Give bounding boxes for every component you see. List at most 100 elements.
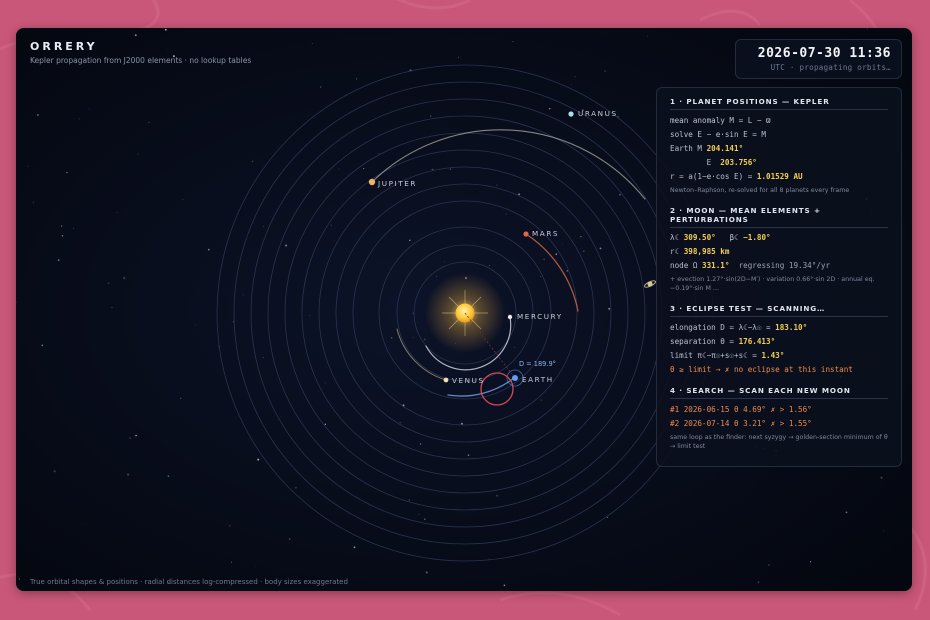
formula-mean-anomaly: mean anomaly M = L − ϖ xyxy=(670,116,771,125)
star xyxy=(262,225,264,228)
star xyxy=(412,312,414,314)
star xyxy=(548,107,551,110)
earth-r-value: 1.01529 AU xyxy=(756,172,803,181)
planet-label-uranus[interactable]: URANUS xyxy=(578,109,618,118)
star xyxy=(419,443,422,445)
star xyxy=(505,213,507,215)
star xyxy=(242,294,244,296)
planet-label-venus[interactable]: VENUS xyxy=(452,376,485,385)
star xyxy=(111,306,113,309)
star xyxy=(288,538,291,540)
limit-row: limit π☾−π☉+s☉+s☾ = 1.43° xyxy=(670,351,785,360)
section-divider xyxy=(670,398,888,399)
star xyxy=(72,227,74,229)
star xyxy=(412,337,414,338)
star xyxy=(496,494,499,497)
star xyxy=(518,193,521,196)
planet-label-jupiter[interactable]: JUPITER xyxy=(378,179,417,188)
moon-distance: r☾ 398,985 km xyxy=(670,247,730,256)
star xyxy=(443,261,445,262)
star xyxy=(84,523,86,525)
star xyxy=(27,165,29,167)
star xyxy=(137,153,139,155)
star xyxy=(180,397,182,399)
star xyxy=(409,239,411,242)
star xyxy=(514,346,515,348)
star xyxy=(330,224,332,226)
separation-row: separation θ = 176.413° xyxy=(670,337,776,346)
planet-label-mars[interactable]: MARS xyxy=(532,229,559,238)
star xyxy=(449,168,452,170)
star xyxy=(866,28,868,30)
star xyxy=(355,78,358,80)
app-title: ORRERY xyxy=(30,40,98,53)
star xyxy=(435,275,437,277)
star xyxy=(371,187,373,189)
star xyxy=(512,41,514,43)
star xyxy=(883,530,884,532)
star xyxy=(555,253,558,256)
star xyxy=(148,121,150,123)
star xyxy=(363,168,365,170)
clock-widget: 2026-07-30 11:36 UTC · propagating orbit… xyxy=(735,39,902,79)
star xyxy=(423,338,426,341)
section-heading-moon: 2 · MOON — MEAN ELEMENTS + PERTURBATIONS xyxy=(670,206,821,224)
earth-dot[interactable] xyxy=(512,375,518,381)
star xyxy=(399,421,402,424)
star xyxy=(543,258,545,260)
star xyxy=(324,382,326,384)
section-divider xyxy=(670,227,888,228)
moon-longitude-latitude: λ☾ 309.50° β☾ −1.80° xyxy=(670,233,771,242)
star xyxy=(503,584,506,587)
star xyxy=(809,561,812,563)
star xyxy=(207,248,210,251)
elongation-row: elongation D = λ☾−λ☉ = 183.10° xyxy=(670,323,808,332)
earth-elongation-label: D = 189.9° xyxy=(519,360,556,368)
star xyxy=(618,193,621,196)
star xyxy=(646,35,648,37)
venus-dot[interactable] xyxy=(443,377,449,383)
star xyxy=(378,153,380,155)
star xyxy=(311,43,313,44)
star xyxy=(135,434,137,437)
uranus-dot[interactable] xyxy=(568,111,574,117)
star xyxy=(319,86,322,88)
planet-label-earth[interactable]: EARTH xyxy=(522,375,554,384)
planet-label-mercury[interactable]: MERCURY xyxy=(517,312,563,321)
section-divider xyxy=(670,316,888,317)
star xyxy=(425,571,428,574)
mercury-dot[interactable] xyxy=(507,314,513,320)
star xyxy=(574,75,576,78)
star xyxy=(418,513,420,516)
star xyxy=(845,511,848,514)
star xyxy=(309,314,311,316)
section-note-newton: Newton–Raphson, re-solved for all 8 plan… xyxy=(670,187,850,194)
star xyxy=(338,168,340,170)
star xyxy=(66,171,68,174)
star xyxy=(488,558,490,560)
section-heading-eclipse-test: 3 · ECLIPSE TEST — SCANNING… xyxy=(670,304,826,313)
star xyxy=(582,250,585,253)
star xyxy=(251,160,254,163)
star xyxy=(53,470,56,473)
star xyxy=(167,475,170,477)
star xyxy=(18,578,21,580)
star xyxy=(757,581,760,584)
star xyxy=(61,235,64,237)
mars-dot[interactable] xyxy=(523,231,529,237)
search-result-row: #2 2026-07-14 θ 3.21° ✗ > 1.55° xyxy=(670,419,812,428)
star xyxy=(599,247,602,250)
app-subtitle: Kepler propagation from J2000 elements ·… xyxy=(30,56,252,65)
star xyxy=(57,259,60,261)
earth-radius: r = a(1−e·cos E) = 1.01529 AU xyxy=(670,172,803,181)
star xyxy=(408,499,410,501)
star xyxy=(231,561,232,563)
star xyxy=(254,566,256,567)
star xyxy=(129,437,131,440)
jupiter-dot[interactable] xyxy=(368,178,376,186)
star xyxy=(164,28,167,31)
star xyxy=(608,307,611,310)
star xyxy=(540,399,543,401)
star xyxy=(324,423,327,425)
star xyxy=(390,336,393,339)
